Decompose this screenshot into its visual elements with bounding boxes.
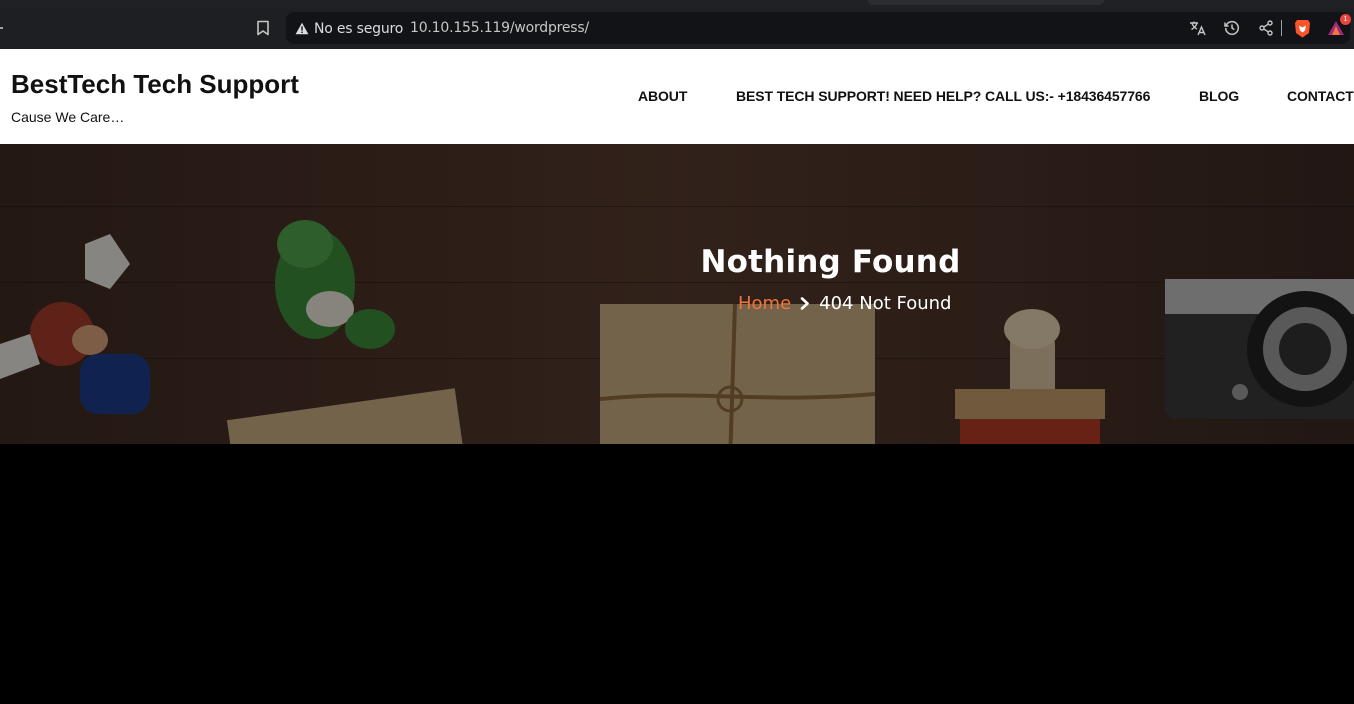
brave-rewards-button[interactable]: 1 — [1326, 14, 1351, 38]
chevron-right-icon — [800, 297, 809, 310]
site-title[interactable]: BestTech Tech Support — [11, 69, 299, 100]
share-button[interactable] — [1256, 18, 1276, 38]
page-content-area — [0, 444, 1354, 704]
security-indicator[interactable]: No es seguro — [295, 20, 403, 37]
page-hero-banner: Nothing Found Home 404 Not Found — [0, 144, 1354, 444]
page-title: Nothing Found — [700, 244, 961, 280]
nav-item-about[interactable]: ABOUT — [638, 88, 687, 104]
browser-tab[interactable] — [868, 0, 1104, 5]
translate-icon — [1190, 21, 1206, 36]
url-text[interactable]: 10.10.155.119/wordpress/ — [410, 20, 589, 36]
history-button[interactable] — [1222, 18, 1242, 38]
notification-badge: 1 — [1340, 14, 1351, 25]
toolbar-edge-mark — [0, 27, 3, 29]
site-tagline: Cause We Care… — [11, 109, 125, 125]
bookmark-icon — [257, 20, 269, 36]
breadcrumb-home-link[interactable]: Home — [738, 293, 791, 314]
warning-icon — [295, 22, 309, 35]
translate-button[interactable] — [1188, 18, 1208, 38]
browser-tab-strip — [0, 0, 1354, 8]
brave-shields-icon — [1294, 19, 1310, 37]
toolbar-divider — [1281, 20, 1282, 36]
breadcrumb-current: 404 Not Found — [819, 293, 952, 314]
share-icon — [1259, 20, 1273, 36]
nav-item-contact[interactable]: CONTACT — [1287, 88, 1354, 104]
browser-toolbar: No es seguro 10.10.155.119/wordpress/ 1 — [0, 8, 1354, 49]
nav-item-call-us[interactable]: BEST TECH SUPPORT! NEED HELP? CALL US:- … — [736, 88, 1150, 104]
bookmark-button[interactable] — [253, 18, 273, 38]
hero-dark-overlay — [0, 144, 1354, 444]
history-icon — [1224, 20, 1239, 35]
security-label: No es seguro — [314, 20, 404, 37]
address-bar[interactable]: No es seguro 10.10.155.119/wordpress/ 1 — [286, 12, 1351, 44]
breadcrumb: Home 404 Not Found — [738, 293, 951, 314]
brave-shields-button[interactable] — [1292, 18, 1312, 38]
site-header: BestTech Tech Support Cause We Care… ABO… — [0, 49, 1354, 144]
nav-item-blog[interactable]: BLOG — [1199, 88, 1239, 104]
